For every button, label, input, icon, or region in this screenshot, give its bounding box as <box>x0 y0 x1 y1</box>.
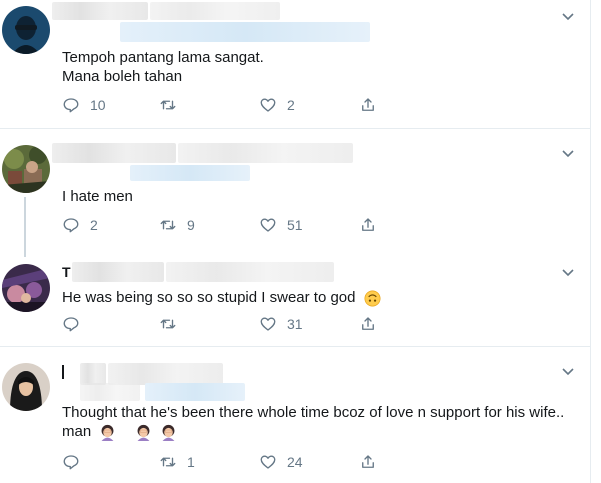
tweet-4[interactable]: Thought that he's been there whole time … <box>0 347 590 483</box>
tweet-actions: 31 <box>62 314 392 334</box>
tweet-text: Tempoh pantang lama sangat. Mana boleh t… <box>62 48 580 86</box>
tweet-actions: 1 24 <box>62 452 392 472</box>
woman-facepalming-emoji <box>137 424 150 441</box>
chevron-down-icon[interactable] <box>558 143 578 163</box>
like-count: 24 <box>287 454 303 470</box>
right-border <box>590 0 591 483</box>
author-initial: T <box>62 264 71 280</box>
chevron-down-icon[interactable] <box>558 6 578 26</box>
retweet-icon <box>160 100 176 110</box>
like-button[interactable]: 24 <box>259 452 303 472</box>
heart-icon <box>260 98 276 112</box>
share-icon <box>362 317 374 330</box>
avatar[interactable] <box>2 145 50 193</box>
author-name-blurred <box>80 383 140 401</box>
upside-down-face-emoji <box>364 290 381 307</box>
share-button[interactable] <box>359 314 377 334</box>
replying-to-blurred <box>130 165 250 181</box>
tweet-text: I hate men <box>62 187 580 206</box>
avatar[interactable] <box>2 6 50 54</box>
replying-to-blurred <box>145 383 245 401</box>
tweet-text: He was being so so so stupid I swear to … <box>62 288 580 307</box>
like-button[interactable]: 31 <box>259 314 303 334</box>
tweet-text-line: He was being so so so stupid I swear to … <box>62 289 356 306</box>
reply-icon <box>63 317 79 332</box>
tweet-actions: 2 9 51 <box>62 215 392 235</box>
reply-icon <box>63 455 79 470</box>
tweet-1[interactable]: Tempoh pantang lama sangat. Mana boleh t… <box>0 0 590 128</box>
share-button[interactable] <box>359 215 377 235</box>
reply-button[interactable]: 10 <box>62 95 106 115</box>
heart-icon <box>260 455 276 469</box>
author-name-blurred <box>150 2 280 20</box>
woman-facepalming-emoji <box>162 424 175 441</box>
avatar[interactable] <box>2 363 50 411</box>
reply-button[interactable] <box>62 452 90 472</box>
heart-icon <box>260 218 276 232</box>
like-button[interactable]: 51 <box>259 215 303 235</box>
retweet-icon <box>160 319 176 329</box>
avatar[interactable] <box>2 264 50 312</box>
share-button[interactable] <box>359 452 377 472</box>
author-name-blurred <box>166 262 334 282</box>
retweet-count: 9 <box>187 217 195 233</box>
chevron-down-icon[interactable] <box>558 262 578 282</box>
reply-count: 10 <box>90 97 106 113</box>
tweet-3[interactable]: T He was being so so so stupid I swear t… <box>0 248 590 346</box>
share-button[interactable] <box>359 95 377 115</box>
tweet-text: Thought that he's been there whole time … <box>62 403 580 441</box>
reply-button[interactable]: 2 <box>62 215 98 235</box>
reply-count: 2 <box>90 217 98 233</box>
author-name-blurred <box>80 363 106 385</box>
retweet-button[interactable] <box>159 314 187 334</box>
author-name-blurred <box>178 143 353 163</box>
share-icon <box>362 455 374 468</box>
retweet-button[interactable] <box>159 95 187 115</box>
retweet-button[interactable]: 1 <box>159 452 195 472</box>
tweet-text-line: I hate men <box>62 188 133 205</box>
retweet-icon <box>160 457 176 467</box>
author-initial-bar <box>62 365 64 379</box>
tweet-text-line: Thought that he's been there whole time … <box>62 404 565 421</box>
woman-facepalming-emoji <box>101 424 114 441</box>
like-button[interactable]: 2 <box>259 95 295 115</box>
replying-to-blurred <box>120 22 370 42</box>
author-name-blurred <box>108 363 223 385</box>
tweet-actions: 10 2 <box>62 95 392 115</box>
author-name-blurred <box>72 262 164 282</box>
retweet-button[interactable]: 9 <box>159 215 195 235</box>
tweet-text-line-2: man <box>62 422 580 441</box>
reply-icon <box>63 218 79 233</box>
reply-icon <box>63 98 79 113</box>
chevron-down-icon[interactable] <box>558 361 578 381</box>
author-name-blurred <box>52 2 148 20</box>
heart-icon <box>260 317 276 331</box>
share-icon <box>362 218 374 231</box>
like-count: 2 <box>287 97 295 113</box>
retweet-icon <box>160 220 176 230</box>
like-count: 51 <box>287 217 303 233</box>
share-icon <box>362 98 374 111</box>
tweet-text-line: man <box>62 423 92 440</box>
like-count: 31 <box>287 316 303 332</box>
retweet-count: 1 <box>187 454 195 470</box>
tweet-2[interactable]: I hate men 2 9 51 <box>0 129 590 257</box>
author-name-blurred <box>52 143 176 163</box>
tweet-text-line: Tempoh pantang lama sangat. <box>62 49 264 66</box>
reply-button[interactable] <box>62 314 90 334</box>
tweet-text-line: Mana boleh tahan <box>62 68 183 85</box>
